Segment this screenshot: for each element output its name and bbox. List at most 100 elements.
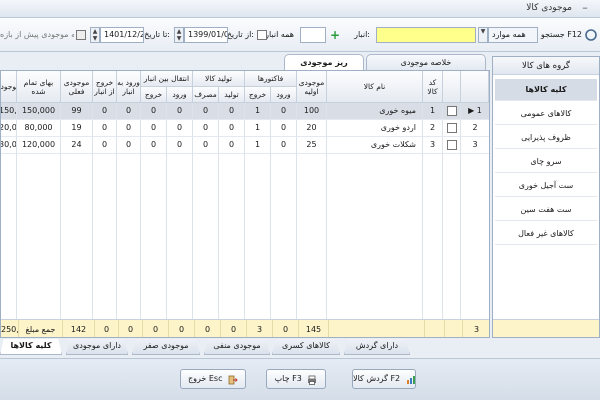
cell-code: 1 xyxy=(423,103,443,120)
cell-name: اردو خوری xyxy=(327,120,423,137)
total-wh-out: 0 xyxy=(95,320,119,337)
cell-current: 24 xyxy=(61,137,93,154)
total-label: جمع مبلغ xyxy=(19,320,63,337)
cell-inv-in: 0 xyxy=(271,103,297,120)
cell-wh-in: 0 xyxy=(117,137,141,154)
calc-prev-label: محاسبه موجودی پیش از بازه xyxy=(0,30,74,39)
cell-prod-make: 0 xyxy=(219,137,245,154)
sidebar-item-haftsin[interactable]: ست هفت سین xyxy=(495,199,597,221)
col-inv-out[interactable]: خروج xyxy=(245,87,271,103)
col-current[interactable]: موجودی فعلی xyxy=(61,71,93,103)
cell-cost: 80,000 xyxy=(17,120,61,137)
search-input[interactable] xyxy=(376,27,476,43)
cell-code: 2 xyxy=(423,120,443,137)
minimize-icon[interactable]: – xyxy=(578,1,592,15)
row-checkbox[interactable] xyxy=(443,137,461,154)
to-date-input[interactable]: 1401/12/29 xyxy=(100,27,144,43)
chevron-down-icon[interactable]: ▼ xyxy=(478,27,488,43)
col-prod-use[interactable]: مصرف xyxy=(193,87,219,103)
cell-tr-in: 0 xyxy=(167,103,193,120)
cell-prod-use: 0 xyxy=(193,120,219,137)
row-number: ▶ 1 xyxy=(461,103,489,120)
cell-inv-out: 1 xyxy=(245,120,271,137)
row-checkbox[interactable] xyxy=(443,120,461,137)
col-tr-in[interactable]: ورود xyxy=(167,87,193,103)
col-initial[interactable]: موجودی اولیه xyxy=(297,71,327,103)
cell-prod-use: 0 xyxy=(193,137,219,154)
cell-inv-in: 0 xyxy=(271,137,297,154)
sidebar-item-all[interactable]: کلیه کالاها xyxy=(495,79,597,101)
add-icon[interactable]: + xyxy=(330,28,342,42)
tab-with-turnover[interactable]: دارای گردش xyxy=(344,339,410,355)
tab-negative[interactable]: موجودی منفی xyxy=(204,339,270,355)
sidebar-item-serving[interactable]: ظروف پذیرایی xyxy=(495,127,597,149)
action-bar: گردش کالا F2 چاپ F3 خروج Esc xyxy=(0,358,600,400)
col-cost[interactable]: بهای تمام شده xyxy=(17,71,61,103)
col-wh-in[interactable]: ورود به انبار xyxy=(117,71,141,103)
sidebar-item-inactive[interactable]: کالاهای غیر فعال xyxy=(495,223,597,245)
tab-shortage[interactable]: کالاهای کسری xyxy=(272,339,340,355)
from-date-checkbox[interactable] xyxy=(257,29,267,40)
warehouse-label: انبار: xyxy=(354,30,370,39)
col-production: تولید کالا xyxy=(193,71,245,87)
cell-tr-in: 0 xyxy=(167,120,193,137)
cell-wh-in: 0 xyxy=(117,103,141,120)
cell-value: 30,000 xyxy=(1,137,17,154)
total-initial: 145 xyxy=(299,320,329,337)
cell-wh-out: 0 xyxy=(93,137,117,154)
calc-prev-checkbox-wrap[interactable] xyxy=(76,28,86,42)
exit-button[interactable]: خروج Esc xyxy=(180,369,246,389)
groups-sidebar: گروه های کالا کلیه کالاها کالاهای عمومی … xyxy=(492,56,600,338)
sidebar-item-general[interactable]: کالاهای عمومی xyxy=(495,103,597,125)
sidebar-item-tea[interactable]: سرو چای xyxy=(495,151,597,173)
from-date-checkbox-wrap[interactable] xyxy=(257,28,267,42)
turnover-button[interactable]: گردش کالا F2 xyxy=(352,369,416,389)
cell-initial: 20 xyxy=(297,120,327,137)
row-number-header xyxy=(461,71,489,103)
row-number: 3 xyxy=(461,137,489,154)
tab-details[interactable]: ریز موجودی xyxy=(284,54,364,71)
sidebar-title: گروه های کالا xyxy=(493,57,599,75)
col-code[interactable]: کد کالا xyxy=(423,71,443,103)
search-scope-select[interactable]: همه موارد xyxy=(488,27,538,43)
to-date-spinner[interactable]: ▲ ▼ xyxy=(90,27,100,43)
filter-tabs: دارای گردش کالاهای کسری موجودی منفی موجو… xyxy=(0,339,490,357)
cell-tr-in: 0 xyxy=(167,137,193,154)
cell-name: شکلات خوری xyxy=(327,137,423,154)
col-tr-out[interactable]: خروج xyxy=(141,87,167,103)
total-wh-in: 0 xyxy=(119,320,143,337)
filter-toolbar: جستجو F12 همه موارد ▼ انبار: + همه انبار… xyxy=(0,18,600,52)
cell-code: 3 xyxy=(423,137,443,154)
row-number: 2 xyxy=(461,120,489,137)
totals-row: 3 145 0 3 0 0 0 0 0 0 142 جمع مبلغ 250,0… xyxy=(1,319,489,337)
col-inv-in[interactable]: ورود xyxy=(271,87,297,103)
col-prod-make[interactable]: تولید xyxy=(219,87,245,103)
row-checkbox[interactable] xyxy=(443,103,461,120)
search-label: جستجو F12 xyxy=(540,30,582,39)
tab-all-items[interactable]: کلیه کالاها xyxy=(0,339,62,355)
view-tabs: ریز موجودی خلاصه موجودی xyxy=(0,54,490,71)
col-name[interactable]: نام کالا xyxy=(327,71,423,103)
cell-cost: 150,000 xyxy=(17,103,61,120)
search-scope-value: همه موارد xyxy=(492,30,526,39)
cell-wh-out: 0 xyxy=(93,103,117,120)
print-button[interactable]: چاپ F3 xyxy=(266,369,326,389)
cell-current: 99 xyxy=(61,103,93,120)
turnover-label: گردش کالا F2 xyxy=(353,374,401,383)
select-header xyxy=(443,71,461,103)
col-wh-out[interactable]: خروج از انبار xyxy=(93,71,117,103)
warehouse-input[interactable] xyxy=(300,27,326,43)
cell-value: 150,000 xyxy=(1,103,17,120)
sidebar-item-nuts[interactable]: ست آجیل خوری xyxy=(495,175,597,197)
tab-in-stock[interactable]: دارای موجودی xyxy=(66,339,128,355)
total-count: 3 xyxy=(463,320,489,337)
from-date-input[interactable]: 1399/01/01 xyxy=(184,27,228,43)
col-value[interactable]: موجودی xyxy=(1,71,17,103)
tab-zero[interactable]: موجودی صفر xyxy=(132,339,200,355)
cell-prod-make: 0 xyxy=(219,103,245,120)
tab-summary[interactable]: خلاصه موجودی xyxy=(366,54,486,70)
refresh-icon[interactable] xyxy=(584,28,598,42)
from-date-label: از تاریخ: xyxy=(226,30,254,39)
calc-prev-checkbox[interactable] xyxy=(76,29,86,40)
from-date-spinner[interactable]: ▲ ▼ xyxy=(174,27,184,43)
